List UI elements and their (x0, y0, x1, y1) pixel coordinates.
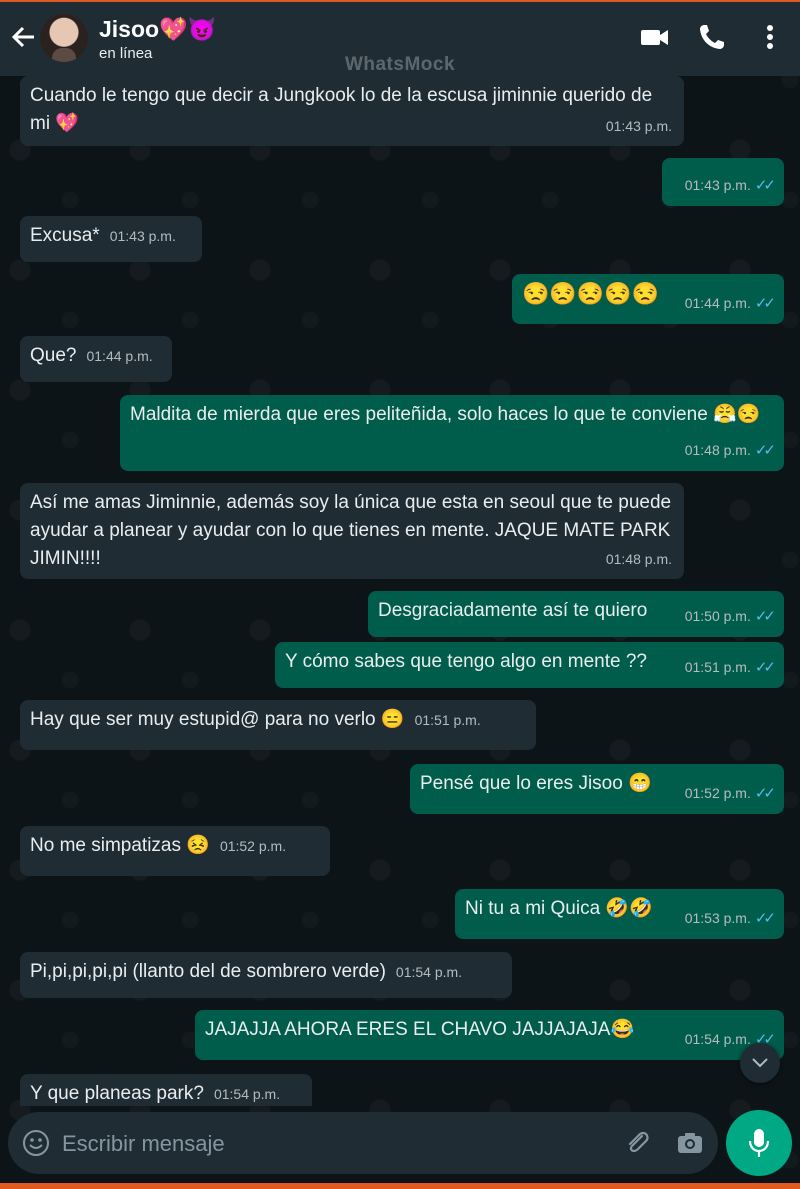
message-text: Y cómo sabes que tengo algo en mente ?? (285, 651, 647, 672)
message-incoming[interactable]: Pi,pi,pi,pi,pi (llanto del de sombrero v… (20, 952, 512, 998)
message-outgoing[interactable]: 01:43 p.m. ✓✓ (662, 158, 784, 206)
message-text: Que? (30, 345, 77, 366)
read-ticks-icon: ✓✓ (754, 177, 776, 194)
message-incoming[interactable]: Cuando le tengo que decir a Jungkook lo … (20, 76, 684, 146)
message-input[interactable] (60, 1124, 604, 1164)
message-text: Maldita de mierda que eres peliteñida, s… (130, 404, 761, 425)
phone-icon[interactable] (695, 20, 729, 54)
message-incoming[interactable]: Y que planeas park? 01:54 p.m. (20, 1074, 312, 1106)
message-time: 01:44 p.m. (86, 348, 153, 364)
message-time: 01:51 p.m. (684, 659, 751, 675)
message-outgoing[interactable]: 😒😒😒😒😒 01:44 p.m. ✓✓ (512, 274, 784, 324)
message-text: No me simpatizas 😣 (30, 835, 210, 856)
message-outgoing[interactable]: JAJAJJA AHORA ERES EL CHAVO JAJJAJAJA😂 0… (195, 1010, 784, 1060)
message-incoming[interactable]: No me simpatizas 😣 01:52 p.m. (20, 826, 330, 876)
message-time: 01:54 p.m. (213, 1086, 281, 1102)
microphone-icon (747, 1127, 771, 1164)
message-incoming[interactable]: Hay que ser muy estupid@ para no verlo 😑… (20, 700, 536, 750)
message-incoming[interactable]: Excusa* 01:43 p.m. (20, 216, 202, 262)
message-time: 01:54 p.m. (684, 1031, 751, 1047)
contact-name[interactable]: Jisoo💖😈 (99, 16, 216, 43)
message-time: 01:51 p.m. (414, 712, 481, 728)
message-text: Así me amas Jiminnie, además soy la únic… (30, 492, 672, 569)
message-text: Excusa* (30, 225, 100, 246)
message-text: Cuando le tengo que decir a Jungkook lo … (30, 85, 653, 134)
message-time: 01:52 p.m. (684, 785, 751, 801)
message-outgoing[interactable]: Ni tu a mi Quica 🤣🤣 01:53 p.m. ✓✓ (455, 889, 784, 939)
message-text: JAJAJJA AHORA ERES EL CHAVO JAJJAJAJA😂 (205, 1019, 635, 1040)
message-composer (8, 1112, 718, 1174)
message-outgoing[interactable]: Maldita de mierda que eres peliteñida, s… (120, 395, 784, 471)
message-text: Pensé que lo eres Jisoo 😁 (420, 773, 652, 794)
chat-header: Jisoo💖😈 en línea WhatsMock (0, 0, 800, 76)
message-time: 01:43 p.m. (109, 228, 176, 244)
message-time: 01:54 p.m. (395, 964, 463, 980)
message-time: 01:43 p.m. (605, 118, 672, 134)
message-outgoing[interactable]: Y cómo sabes que tengo algo en mente ?? … (275, 642, 784, 688)
read-ticks-icon: ✓✓ (754, 659, 776, 676)
message-time: 01:50 p.m. (684, 608, 751, 624)
message-text: Hay que ser muy estupid@ para no verlo 😑 (30, 709, 405, 730)
read-ticks-icon: ✓✓ (754, 442, 776, 459)
video-call-icon[interactable] (638, 20, 672, 54)
microphone-button[interactable] (726, 1110, 792, 1176)
bottom-border (0, 1183, 800, 1189)
message-text: 😒😒😒😒😒 (522, 281, 659, 306)
message-time: 01:44 p.m. (684, 295, 751, 311)
message-text: Y que planeas park? (30, 1083, 204, 1104)
paperclip-icon[interactable] (622, 1128, 652, 1158)
more-options-icon[interactable] (753, 20, 787, 54)
message-outgoing[interactable]: Pensé que lo eres Jisoo 😁 01:52 p.m. ✓✓ (410, 764, 784, 814)
message-text: Ni tu a mi Quica 🤣🤣 (465, 898, 653, 919)
message-incoming[interactable]: Que? 01:44 p.m. (20, 336, 172, 382)
read-ticks-icon: ✓✓ (754, 910, 776, 927)
message-time: 01:43 p.m. (684, 177, 751, 193)
message-incoming[interactable]: Así me amas Jiminnie, además soy la únic… (20, 483, 684, 579)
watermark: WhatsMock (344, 54, 456, 75)
message-time: 01:48 p.m. (605, 551, 672, 567)
read-ticks-icon: ✓✓ (754, 295, 776, 312)
message-time: 01:52 p.m. (219, 838, 287, 854)
scroll-down-button[interactable] (740, 1043, 780, 1083)
message-text: Desgraciadamente así te quiero (378, 600, 648, 621)
read-ticks-icon: ✓✓ (754, 608, 776, 625)
chevron-down-icon (751, 1053, 769, 1073)
chat-screen: Jisoo💖😈 en línea WhatsMock Cuando le ten… (0, 0, 800, 1189)
back-arrow-icon[interactable] (10, 22, 36, 52)
read-ticks-icon: ✓✓ (754, 785, 776, 802)
emoji-icon[interactable] (22, 1129, 50, 1157)
message-outgoing[interactable]: Desgraciadamente así te quiero 01:50 p.m… (368, 591, 784, 637)
message-list[interactable]: Cuando le tengo que decir a Jungkook lo … (0, 76, 800, 1106)
camera-icon[interactable] (675, 1128, 705, 1158)
message-text: Pi,pi,pi,pi,pi (llanto del de sombrero v… (30, 961, 386, 982)
message-time: 01:48 p.m. (684, 442, 751, 458)
message-time: 01:53 p.m. (684, 910, 751, 926)
